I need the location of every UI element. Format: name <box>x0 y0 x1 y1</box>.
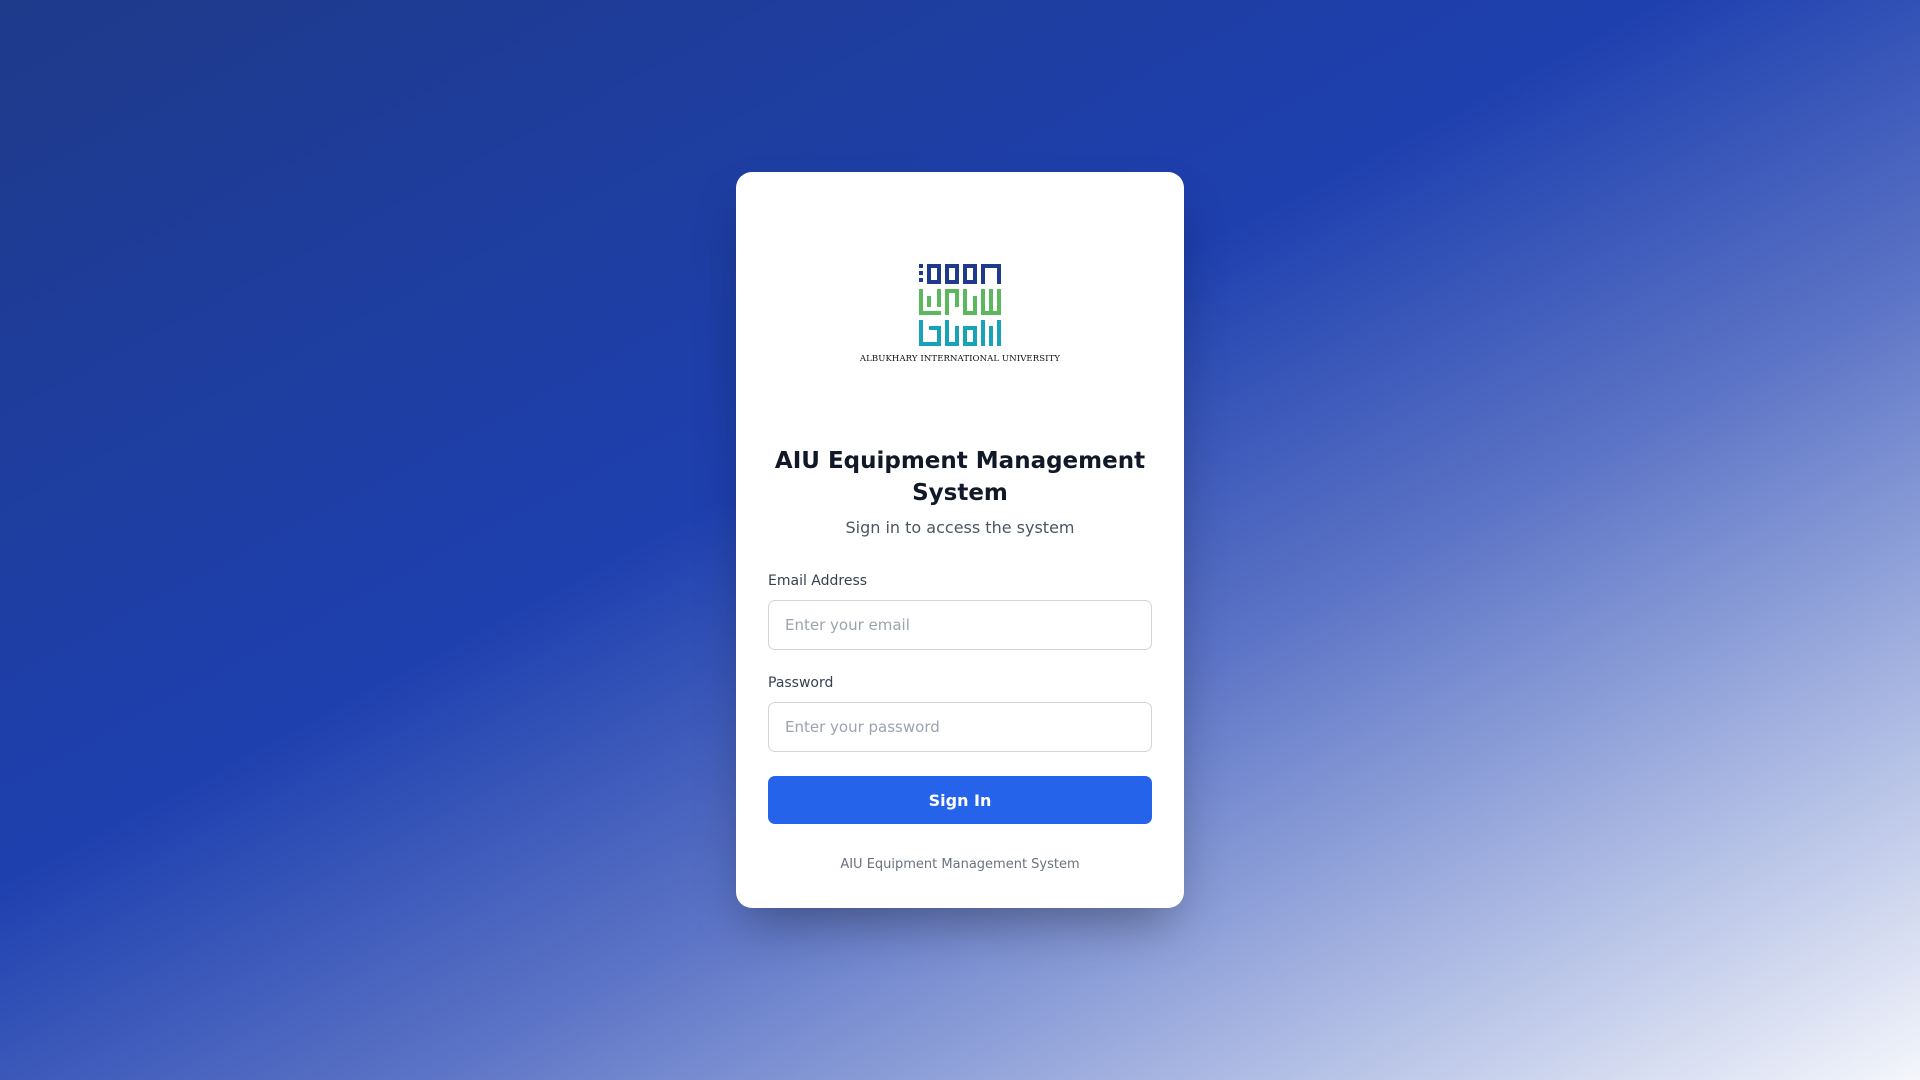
email-field[interactable] <box>768 600 1152 650</box>
kufic-logo-icon <box>919 264 1001 346</box>
login-card: ALBUKHARY INTERNATIONAL UNIVERSITY AIU E… <box>736 172 1184 908</box>
email-label: Email Address <box>768 573 868 589</box>
password-field[interactable] <box>768 702 1152 752</box>
page-title: AIU Equipment Management System <box>774 448 1146 506</box>
page-subtitle: Sign in to access the system <box>845 518 1075 537</box>
logo-caption: ALBUKHARY INTERNATIONAL UNIVERSITY <box>859 354 1061 364</box>
university-logo: ALBUKHARY INTERNATIONAL UNIVERSITY <box>736 264 1184 374</box>
sign-in-button[interactable]: Sign In <box>768 776 1152 824</box>
password-label: Password <box>768 675 834 691</box>
footer-text: AIU Equipment Management System <box>840 857 1080 872</box>
